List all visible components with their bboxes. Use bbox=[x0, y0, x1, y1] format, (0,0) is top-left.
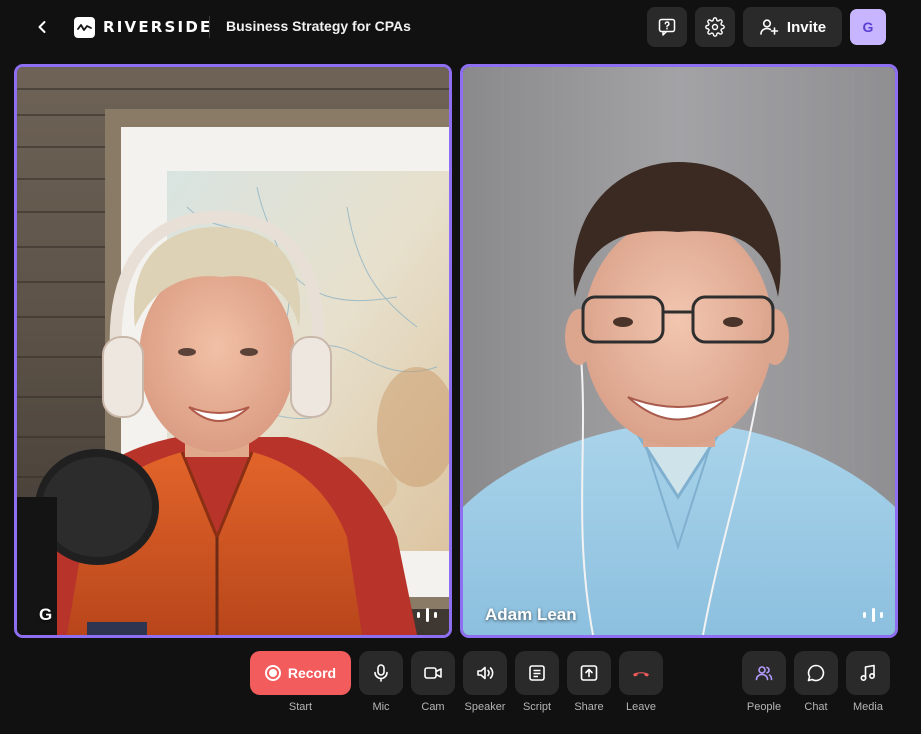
host-video-feed bbox=[17, 67, 449, 635]
riverside-logo-icon bbox=[74, 16, 95, 38]
share-control: Share bbox=[567, 651, 611, 713]
leave-control: Leave bbox=[619, 651, 663, 713]
invite-label: Invite bbox=[786, 18, 827, 36]
session-title: Business Strategy for CPAs bbox=[226, 18, 411, 34]
record-icon bbox=[264, 665, 281, 681]
music-icon bbox=[860, 664, 876, 682]
header-divider bbox=[209, 16, 210, 38]
chat-control: Chat bbox=[794, 651, 838, 713]
help-chat-icon bbox=[658, 18, 676, 36]
record-label: Record bbox=[287, 665, 337, 681]
audio-level-icon bbox=[863, 607, 883, 623]
media-control: Media bbox=[846, 651, 890, 713]
guest-video-feed bbox=[463, 67, 895, 635]
audio-level-icon bbox=[417, 607, 437, 623]
mic-control: Mic bbox=[359, 651, 403, 713]
chat-button[interactable] bbox=[794, 651, 838, 695]
participant-name: G bbox=[39, 605, 53, 624]
people-control: People bbox=[742, 651, 786, 713]
share-button[interactable] bbox=[567, 651, 611, 695]
cam-label: Cam bbox=[421, 701, 445, 713]
speaker-button[interactable] bbox=[463, 651, 507, 695]
share-label: Share bbox=[574, 701, 604, 713]
speaker-icon bbox=[477, 666, 494, 680]
speaker-control: Speaker bbox=[463, 651, 507, 713]
people-label: People bbox=[746, 701, 782, 713]
people-icon bbox=[755, 666, 773, 681]
cam-button[interactable] bbox=[411, 651, 455, 695]
script-control: Script bbox=[515, 651, 559, 713]
hang-up-icon bbox=[633, 672, 649, 677]
script-icon bbox=[529, 665, 545, 681]
back-button[interactable] bbox=[30, 15, 54, 39]
record-control: Record Start bbox=[250, 651, 351, 713]
speaker-label: Speaker bbox=[464, 701, 506, 713]
leave-button[interactable] bbox=[619, 651, 663, 695]
video-tile-host[interactable]: G bbox=[14, 64, 452, 638]
chat-icon bbox=[807, 664, 825, 682]
people-button[interactable] bbox=[742, 651, 786, 695]
user-avatar[interactable]: G bbox=[850, 9, 886, 45]
chevron-left-icon bbox=[38, 21, 46, 33]
script-button[interactable] bbox=[515, 651, 559, 695]
record-sub-label: Start bbox=[288, 701, 313, 713]
add-user-icon bbox=[760, 19, 779, 35]
mic-button[interactable] bbox=[359, 651, 403, 695]
invite-button[interactable]: Invite bbox=[743, 7, 842, 47]
video-tile-guest[interactable]: Adam Lean bbox=[460, 64, 898, 638]
media-button[interactable] bbox=[846, 651, 890, 695]
camera-icon bbox=[424, 667, 442, 679]
participant-name: Adam Lean bbox=[485, 605, 577, 624]
brand-logo: RIVERSIDE bbox=[74, 16, 212, 38]
settings-button[interactable] bbox=[695, 7, 735, 47]
help-button[interactable] bbox=[647, 7, 687, 47]
record-button[interactable]: Record bbox=[250, 651, 351, 695]
share-screen-icon bbox=[580, 665, 598, 681]
chat-label: Chat bbox=[804, 701, 828, 713]
script-label: Script bbox=[522, 701, 552, 713]
gear-icon bbox=[705, 17, 725, 37]
brand-name: RIVERSIDE bbox=[103, 18, 213, 36]
mic-icon bbox=[374, 664, 388, 682]
cam-control: Cam bbox=[411, 651, 455, 713]
mic-label: Mic bbox=[372, 701, 390, 713]
top-bar: RIVERSIDE Business Strategy for CPAs Inv… bbox=[0, 0, 921, 54]
leave-label: Leave bbox=[626, 701, 656, 713]
media-label: Media bbox=[853, 701, 883, 713]
